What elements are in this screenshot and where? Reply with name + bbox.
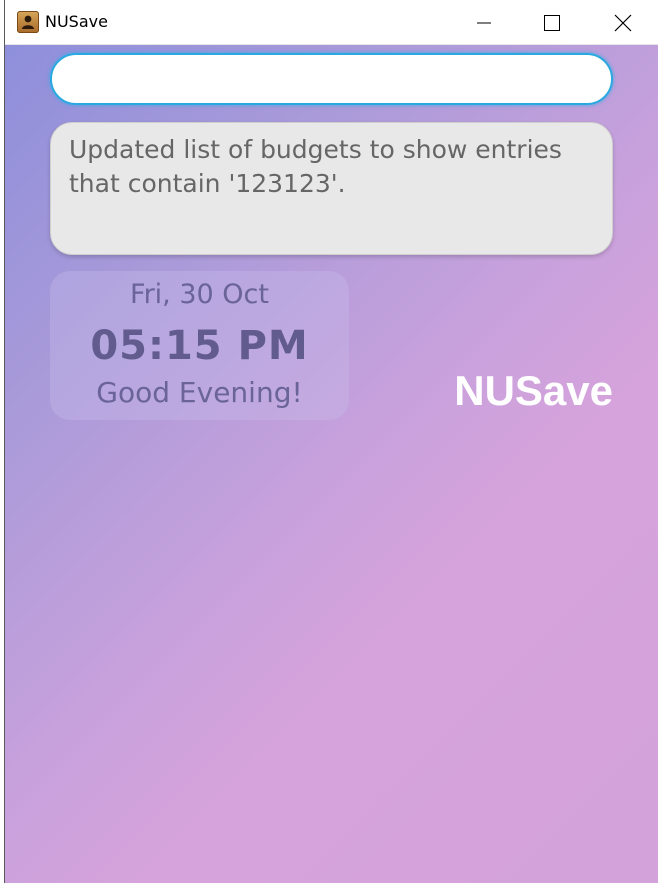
minimize-button[interactable] — [461, 0, 507, 45]
command-input[interactable] — [50, 53, 613, 105]
result-display: Updated list of budgets to show entries … — [50, 122, 613, 255]
brand-logo-text: NUSave — [454, 367, 613, 414]
window-title: NUSave — [45, 12, 108, 31]
result-message: Updated list of budgets to show entries … — [69, 135, 562, 198]
app-icon — [17, 11, 39, 33]
main-content: Updated list of budgets to show entries … — [5, 45, 658, 883]
minimize-icon — [477, 22, 491, 23]
maximize-button[interactable] — [529, 0, 575, 45]
clock-card: Fri, 30 Oct 05:15 PM Good Evening! — [50, 271, 349, 420]
clock-time: 05:15 PM — [90, 323, 309, 369]
clock-greeting: Good Evening! — [96, 376, 303, 409]
close-button[interactable] — [600, 0, 646, 45]
title-bar[interactable]: NUSave — [5, 0, 658, 45]
app-window: NUSave Updated list of budgets to show e… — [4, 0, 658, 883]
close-icon — [614, 14, 632, 31]
clock-date: Fri, 30 Oct — [130, 279, 269, 310]
maximize-icon — [544, 14, 560, 31]
